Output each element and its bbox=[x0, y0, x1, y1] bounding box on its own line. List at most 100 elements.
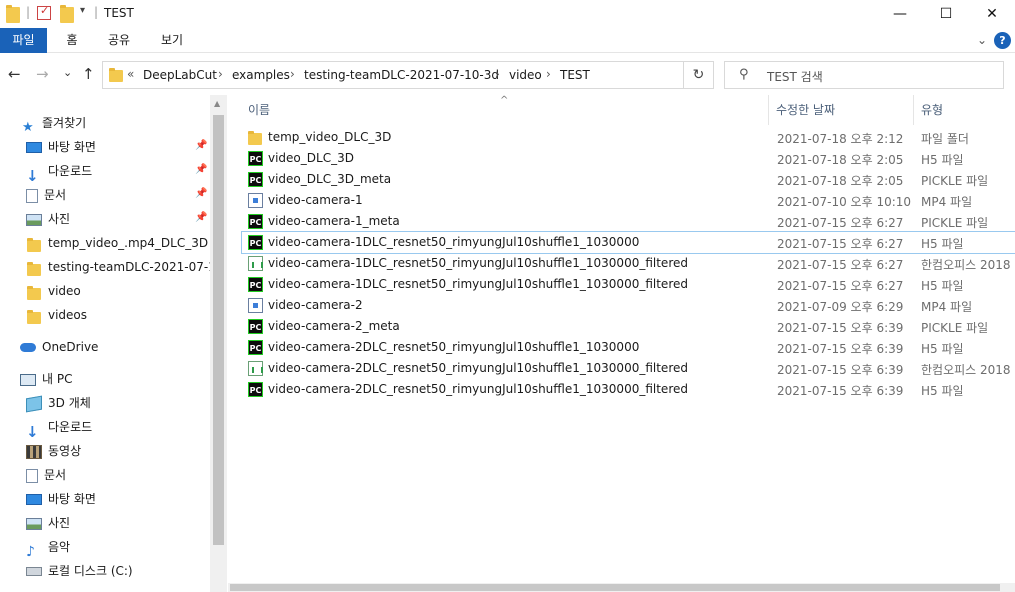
close-button[interactable]: ✕ bbox=[969, 0, 1015, 28]
file-row[interactable]: PC video_DLC_3D 2021-07-18 오후 2:05 H5 파일 bbox=[242, 148, 1015, 169]
folder-icon bbox=[26, 261, 42, 276]
content-horizontal-scrollbar[interactable] bbox=[228, 583, 1015, 592]
file-date: 2021-07-10 오후 10:10 bbox=[777, 195, 912, 209]
pycharm-file-icon: PC bbox=[248, 319, 263, 334]
file-date: 2021-07-15 오후 6:39 bbox=[777, 321, 904, 335]
column-divider[interactable] bbox=[913, 95, 914, 125]
scroll-up-icon[interactable]: ▲ bbox=[214, 99, 220, 108]
spreadsheet-file-icon bbox=[248, 256, 263, 271]
column-name[interactable]: 이름 bbox=[248, 101, 270, 118]
help-icon[interactable]: ? bbox=[994, 32, 1011, 49]
music-icon: ♪ bbox=[26, 543, 35, 560]
address-bar[interactable]: « DeepLabCut › examples › testing-teamDL… bbox=[102, 61, 773, 89]
column-type[interactable]: 유형 bbox=[921, 101, 943, 118]
file-date: 2021-07-15 오후 6:27 bbox=[777, 279, 904, 293]
back-button[interactable]: ← bbox=[8, 65, 21, 83]
file-type: H5 파일 bbox=[921, 342, 964, 356]
breadcrumb-separator[interactable]: › bbox=[546, 67, 551, 81]
file-date: 2021-07-15 오후 6:27 bbox=[777, 216, 904, 230]
sidebar-item[interactable]: 문서 bbox=[26, 184, 66, 206]
sidebar-item[interactable]: testing-teamDLC-2021-07-10 bbox=[26, 256, 210, 278]
tab-file[interactable]: 파일 bbox=[0, 28, 47, 53]
folder-icon bbox=[26, 237, 42, 252]
pycharm-file-icon: PC bbox=[248, 340, 263, 355]
file-row[interactable]: PC video-camera-2_meta 2021-07-15 오후 6:39 P… bbox=[242, 316, 1015, 337]
file-row[interactable]: PC video-camera-2DLC_resnet50_rimyungJul1… bbox=[242, 379, 1015, 400]
refresh-button[interactable]: ↻ bbox=[683, 62, 713, 88]
minimize-button[interactable]: — bbox=[877, 0, 923, 28]
new-folder-icon[interactable] bbox=[60, 5, 74, 23]
file-row[interactable]: PC video-camera-1DLC_resnet50_rimyungJul1… bbox=[242, 274, 1015, 295]
search-box[interactable]: ⚲ TEST 검색 bbox=[724, 61, 1004, 89]
tab-share[interactable]: 공유 bbox=[100, 28, 138, 53]
scrollbar-thumb[interactable] bbox=[230, 584, 1000, 591]
file-row[interactable]: PC video_DLC_3D_meta 2021-07-18 오후 2:05 PIC… bbox=[242, 169, 1015, 190]
pin-icon[interactable]: 📌 bbox=[195, 140, 207, 151]
sidebar-item[interactable]: 동영상 bbox=[26, 440, 81, 462]
desktop-icon bbox=[26, 494, 42, 505]
pin-icon[interactable]: 📌 bbox=[195, 164, 207, 175]
sidebar-scrollbar[interactable]: ▲ bbox=[210, 95, 227, 592]
properties-icon[interactable]: ✓ bbox=[37, 4, 51, 20]
breadcrumb-deeplabcut[interactable]: DeepLabCut bbox=[143, 68, 217, 82]
sidebar-this-pc[interactable]: 내 PC bbox=[20, 368, 72, 390]
videos-icon bbox=[26, 444, 42, 459]
sidebar-onedrive[interactable]: OneDrive bbox=[20, 336, 98, 358]
breadcrumb-separator[interactable]: › bbox=[218, 67, 223, 81]
file-type: H5 파일 bbox=[921, 237, 964, 251]
disk-icon bbox=[26, 567, 42, 576]
pin-icon[interactable]: 📌 bbox=[195, 188, 207, 199]
divider: | bbox=[94, 5, 99, 19]
breadcrumb-test[interactable]: TEST bbox=[560, 68, 590, 82]
column-divider[interactable] bbox=[768, 95, 769, 125]
file-row[interactable]: temp_video_DLC_3D 2021-07-18 오후 2:12 파일 폴더 bbox=[242, 127, 1015, 148]
folder-icon bbox=[26, 309, 42, 324]
sidebar-item-label: 문서 bbox=[44, 468, 67, 482]
sidebar-item[interactable]: 바탕 화면 bbox=[26, 136, 96, 158]
sidebar-item[interactable]: ↓ 다운로드 bbox=[26, 416, 92, 441]
breadcrumb-video[interactable]: video bbox=[509, 68, 542, 82]
scrollbar-thumb[interactable] bbox=[213, 115, 224, 545]
file-row[interactable]: video-camera-2 2021-07-09 오후 6:29 MP4 파일 bbox=[242, 295, 1015, 316]
file-row[interactable]: video-camera-2DLC_resnet50_rimyungJul10s… bbox=[242, 358, 1015, 379]
recent-locations-button[interactable]: ⌄ bbox=[63, 66, 72, 79]
sidebar-item[interactable]: 문서 bbox=[26, 464, 66, 486]
breadcrumb-examples[interactable]: examples bbox=[232, 68, 290, 82]
file-date: 2021-07-18 오후 2:05 bbox=[777, 153, 904, 167]
pin-icon[interactable]: 📌 bbox=[195, 212, 207, 223]
column-date[interactable]: 수정한 날짜 bbox=[776, 101, 835, 118]
sidebar-item[interactable]: ♪ 음악 bbox=[26, 536, 70, 560]
file-row[interactable]: PC video-camera-1DLC_resnet50_rimyungJul1… bbox=[241, 231, 1015, 254]
forward-button[interactable]: → bbox=[36, 65, 49, 83]
file-type: MP4 파일 bbox=[921, 195, 973, 209]
tab-home[interactable]: 홈 bbox=[55, 28, 89, 53]
file-name: video-camera-2DLC_resnet50_rimyungJul10s… bbox=[268, 382, 688, 396]
sidebar-item[interactable]: 3D 개체 bbox=[26, 392, 91, 414]
expand-ribbon-icon[interactable]: ⌄ bbox=[977, 33, 987, 47]
file-row[interactable]: video-camera-1DLC_resnet50_rimyungJul10s… bbox=[242, 253, 1015, 274]
sidebar-item[interactable]: 바탕 화면 bbox=[26, 488, 96, 510]
sidebar-item[interactable]: 로컬 디스크 (C:) bbox=[26, 560, 133, 582]
maximize-button[interactable]: ☐ bbox=[923, 0, 969, 28]
breadcrumb-separator[interactable]: › bbox=[495, 67, 500, 81]
file-date: 2021-07-15 오후 6:27 bbox=[777, 258, 904, 272]
sidebar-item[interactable]: videos bbox=[26, 304, 87, 326]
sidebar-item[interactable]: temp_video_.mp4_DLC_3D bbox=[26, 232, 208, 254]
sidebar-item[interactable]: 사진 bbox=[26, 512, 70, 534]
file-row[interactable]: PC video-camera-1_meta 2021-07-15 오후 6:27 P… bbox=[242, 211, 1015, 232]
file-name: temp_video_DLC_3D bbox=[268, 130, 392, 144]
sidebar-item[interactable]: video bbox=[26, 280, 81, 302]
tab-view[interactable]: 보기 bbox=[152, 28, 192, 53]
file-row[interactable]: PC video-camera-2DLC_resnet50_rimyungJul1… bbox=[242, 337, 1015, 358]
breadcrumb-testing-teamdlc[interactable]: testing-teamDLC-2021-07-10-3d bbox=[304, 68, 499, 82]
sidebar-item[interactable]: 사진 bbox=[26, 208, 70, 230]
sidebar-item[interactable]: ↓ 다운로드 bbox=[26, 160, 92, 185]
sidebar-quick-access[interactable]: ★ 즐겨찾기 bbox=[22, 112, 86, 135]
ribbon-tabs: 파일 홈 공유 보기 ⌄ ? bbox=[0, 28, 1015, 53]
file-row[interactable]: video-camera-1 2021-07-10 오후 10:10 MP4 파일 bbox=[242, 190, 1015, 211]
file-type: PICKLE 파일 bbox=[921, 321, 989, 335]
customize-quick-access-icon[interactable]: ▾ bbox=[80, 5, 85, 21]
up-button[interactable]: ↑ bbox=[82, 65, 95, 83]
breadcrumb-separator[interactable]: › bbox=[290, 67, 295, 81]
overflow-icon[interactable]: « bbox=[127, 67, 134, 81]
